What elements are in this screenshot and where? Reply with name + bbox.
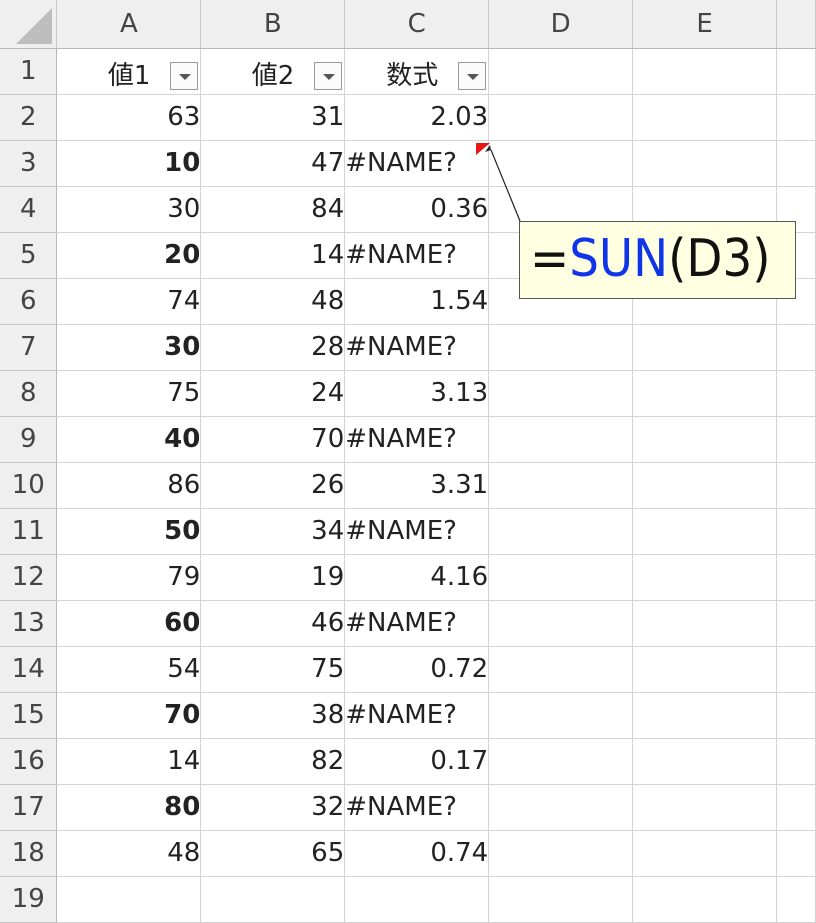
comment-function-name: SUN [569,229,669,289]
comment-arguments: (D3) [668,229,771,289]
comment-box[interactable]: =SUN(D3) [519,221,796,299]
comment-equals: = [530,229,570,289]
comment-leader-line [485,145,521,222]
